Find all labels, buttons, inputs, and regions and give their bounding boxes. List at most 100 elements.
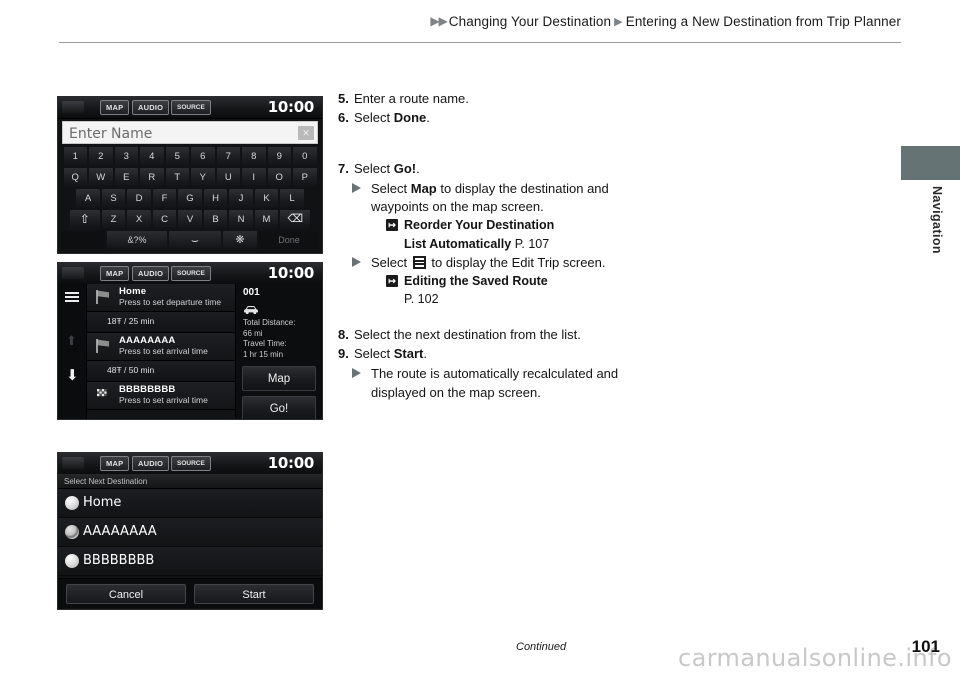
key-o[interactable]: O (267, 168, 291, 187)
start-button[interactable]: Start (194, 584, 314, 604)
keyboard-row-numbers: 1234567890 (58, 147, 322, 166)
key-g[interactable]: G (178, 189, 202, 208)
map-button[interactable]: MAP (100, 100, 130, 115)
key-7[interactable]: 7 (216, 147, 240, 166)
key-x[interactable]: X (127, 210, 151, 229)
source-button[interactable]: SOURCE (171, 266, 211, 281)
page-header: ▶▶ Changing Your Destination ▶ Entering a N… (0, 0, 960, 48)
key-s[interactable]: S (101, 189, 126, 208)
key-q[interactable]: Q (63, 168, 87, 187)
key-5[interactable]: 5 (165, 147, 189, 166)
key-v[interactable]: V (178, 210, 202, 229)
step-9: 9. Select Start. (338, 345, 638, 364)
key-h[interactable]: H (203, 189, 228, 208)
source-button[interactable]: SOURCE (171, 456, 211, 471)
key-u[interactable]: U (216, 168, 240, 187)
destination-option-list: Home AAAAAAAA BBBBBBBB (58, 489, 322, 579)
step-7-post: . (416, 160, 420, 176)
radio-icon[interactable] (65, 496, 79, 510)
key-a[interactable]: A (76, 189, 100, 208)
clear-icon[interactable]: ✕ (298, 126, 314, 140)
list-item[interactable]: Home (58, 489, 322, 518)
status-bar: MAP AUDIO SOURCE 10:00 (58, 97, 322, 119)
key-l[interactable]: L (280, 189, 304, 208)
flag-icon (94, 338, 112, 354)
key-n[interactable]: N (229, 210, 253, 229)
radio-icon[interactable] (65, 554, 79, 568)
key-z[interactable]: Z (101, 210, 126, 229)
key-9[interactable]: 9 (267, 147, 291, 166)
key-e[interactable]: E (114, 168, 138, 187)
map-button[interactable]: MAP (100, 266, 130, 281)
bullet-2-pre: Select (371, 254, 411, 270)
list-item[interactable]: Home Press to set departure time (87, 284, 236, 312)
scroll-down-icon[interactable]: ⬇ (66, 368, 79, 383)
keyboard-row-bottom: ⇧ Z X C V B N M ⌫ (58, 210, 322, 229)
key-m[interactable]: M (254, 210, 279, 229)
list-item[interactable]: AAAAAAAA Press to set arrival time (87, 333, 236, 361)
step-5-number: 5. (338, 91, 349, 106)
key-k[interactable]: K (254, 189, 279, 208)
bullet-1-bold: Map (410, 180, 437, 196)
done-button[interactable]: Done (259, 231, 319, 249)
key-3[interactable]: 3 (114, 147, 138, 166)
source-button[interactable]: SOURCE (171, 100, 211, 115)
radio-icon[interactable] (65, 525, 79, 539)
breadcrumb-item-2: Entering a New Destination from Trip Pla… (625, 14, 901, 29)
key-4[interactable]: 4 (140, 147, 164, 166)
go-button[interactable]: Go! (242, 396, 316, 419)
key-2[interactable]: 2 (89, 147, 113, 166)
trip-summary-panel: 001 Total Distance: 66 mi Travel Time: 1… (235, 284, 322, 419)
cross-reference-1[interactable]: ↦ Reorder Your Destination (338, 217, 638, 235)
leg-info-text: 18Ŧ / 25 min (107, 316, 155, 326)
key-b[interactable]: B (203, 210, 228, 229)
screen-footer: Cancel Start (58, 578, 322, 609)
map-display-button[interactable]: Map (242, 366, 316, 391)
key-p[interactable]: P (293, 168, 317, 187)
list-item[interactable]: BBBBBBBB Press to set arrival time (87, 382, 236, 410)
step-9-number: 9. (338, 346, 349, 362)
key-d[interactable]: D (127, 189, 151, 208)
key-1[interactable]: 1 (63, 147, 87, 166)
list-item[interactable]: AAAAAAAA (58, 518, 322, 547)
bullet-triangle-icon (352, 182, 361, 193)
route-name-input[interactable]: Enter Name ✕ (62, 121, 318, 144)
key-w[interactable]: W (89, 168, 113, 187)
language-icon[interactable]: ❋ (223, 231, 257, 249)
reference-1-line2: List Automatically (404, 236, 512, 251)
key-i[interactable]: I (242, 168, 266, 187)
list-item[interactable]: BBBBBBBB (58, 547, 322, 576)
key-t[interactable]: T (165, 168, 189, 187)
audio-button[interactable]: AUDIO (132, 456, 170, 471)
cancel-button[interactable]: Cancel (66, 584, 186, 604)
backspace-icon[interactable]: ⌫ (280, 210, 311, 229)
step-8-number: 8. (338, 327, 349, 343)
section-tab-marker (901, 146, 960, 180)
status-bar-nub (62, 457, 84, 469)
key-f[interactable]: F (152, 189, 177, 208)
keyboard-row-home: ASDFGHJKL (58, 189, 322, 208)
trip-side-controls: ⬆ ⬇ (58, 284, 86, 419)
audio-button[interactable]: AUDIO (132, 100, 170, 115)
map-button[interactable]: MAP (100, 456, 130, 471)
cross-reference-2[interactable]: ↦ Editing the Saved Route (338, 273, 638, 291)
step-6: 6. Select Done. (338, 109, 638, 128)
key-r[interactable]: R (140, 168, 164, 187)
key-j[interactable]: J (229, 189, 253, 208)
key-y[interactable]: Y (191, 168, 215, 187)
menu-icon[interactable] (65, 292, 79, 302)
key-8[interactable]: 8 (242, 147, 266, 166)
route-name-placeholder: Enter Name (69, 126, 153, 142)
scroll-up-icon[interactable]: ⬆ (66, 334, 77, 347)
keyboard-spacer (61, 231, 105, 249)
key-0[interactable]: 0 (293, 147, 317, 166)
symbols-key[interactable]: &?% (107, 231, 167, 249)
key-c[interactable]: C (152, 210, 177, 229)
space-key[interactable]: ⌣ (169, 231, 221, 249)
list-item-subtitle: Press to set departure time (119, 297, 222, 307)
bullet-3-text: The route is automatically recalculated … (371, 366, 619, 400)
key-6[interactable]: 6 (191, 147, 215, 166)
audio-button[interactable]: AUDIO (132, 266, 170, 281)
shift-icon[interactable]: ⇧ (69, 210, 100, 229)
